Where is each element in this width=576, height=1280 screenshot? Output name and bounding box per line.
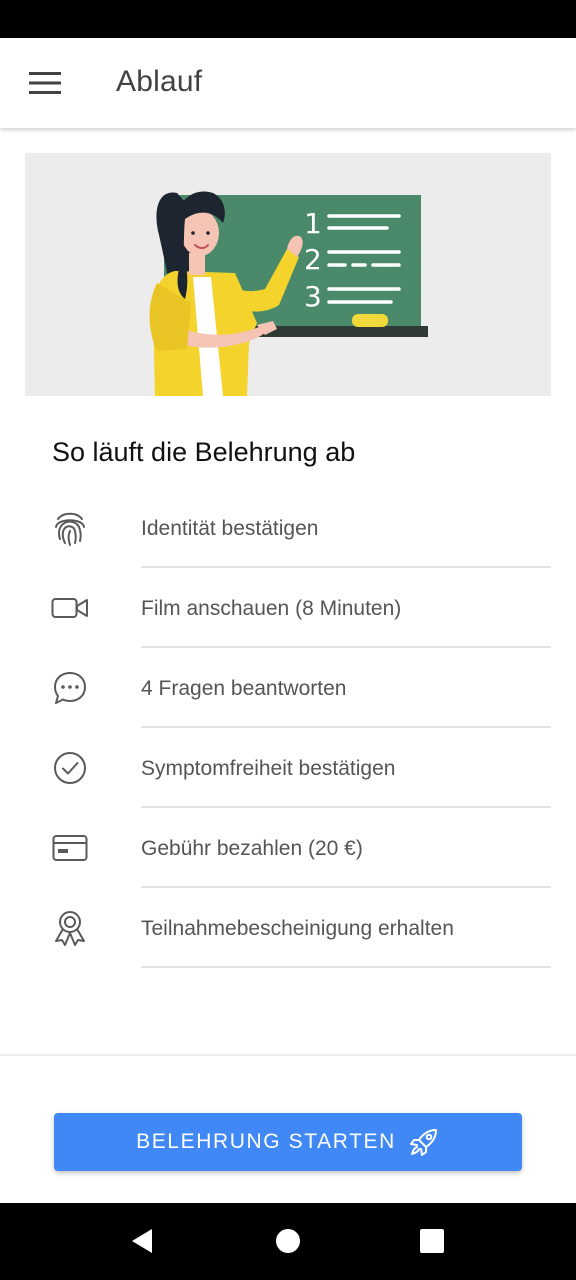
video-camera-icon [50, 588, 90, 628]
system-nav-bar [0, 1203, 576, 1280]
page-title: Ablauf [116, 65, 203, 98]
section-title: So läuft die Belehrung ab [52, 437, 356, 467]
credit-card-icon [50, 828, 90, 868]
check-circle-icon [50, 748, 90, 788]
nav-recents-button[interactable] [412, 1221, 452, 1261]
chat-bubble-icon [50, 668, 90, 708]
board-number-1: 1 [304, 207, 322, 240]
rocket-icon [408, 1126, 440, 1158]
step-item-fee: Gebühr bezahlen (20 €) [0, 808, 576, 888]
fingerprint-icon [50, 508, 90, 548]
step-label: Identität bestätigen [141, 517, 319, 540]
step-label: 4 Fragen beantworten [141, 677, 347, 700]
back-triangle-icon [132, 1229, 152, 1253]
footer-divider [0, 1054, 576, 1056]
recents-square-icon [420, 1229, 444, 1253]
step-item-identity: Identität bestätigen [0, 488, 576, 568]
step-label: Film anschauen (8 Minuten) [141, 597, 402, 620]
start-button-label: BELEHRUNG STARTEN [136, 1130, 396, 1153]
status-bar [0, 0, 576, 38]
nav-back-button[interactable] [122, 1221, 162, 1261]
hero-illustration: 1 2 3 [25, 153, 551, 396]
step-list: Identität bestätigen Film anschauen (8 M… [0, 488, 576, 968]
hamburger-menu-icon [29, 72, 61, 94]
home-circle-icon [276, 1229, 300, 1253]
award-ribbon-icon [50, 908, 90, 948]
board-number-3: 3 [304, 280, 322, 313]
app-bar: Ablauf [0, 38, 576, 128]
nav-home-button[interactable] [268, 1221, 308, 1261]
step-label: Gebühr bezahlen (20 €) [141, 837, 363, 860]
divider [141, 966, 551, 968]
step-item-certificate: Teilnahmebescheinigung erhalten [0, 888, 576, 968]
start-briefing-button[interactable]: BELEHRUNG STARTEN [54, 1113, 522, 1171]
step-label: Symptomfreiheit bestätigen [141, 757, 396, 780]
step-item-symptoms: Symptomfreiheit bestätigen [0, 728, 576, 808]
step-item-film: Film anschauen (8 Minuten) [0, 568, 576, 648]
step-label: Teilnahmebescheinigung erhalten [141, 917, 454, 940]
teacher-illustration: 1 2 3 [149, 191, 428, 396]
board-sponge [352, 314, 388, 327]
step-item-questions: 4 Fragen beantworten [0, 648, 576, 728]
board-number-2: 2 [304, 243, 322, 276]
menu-button[interactable] [24, 66, 66, 100]
